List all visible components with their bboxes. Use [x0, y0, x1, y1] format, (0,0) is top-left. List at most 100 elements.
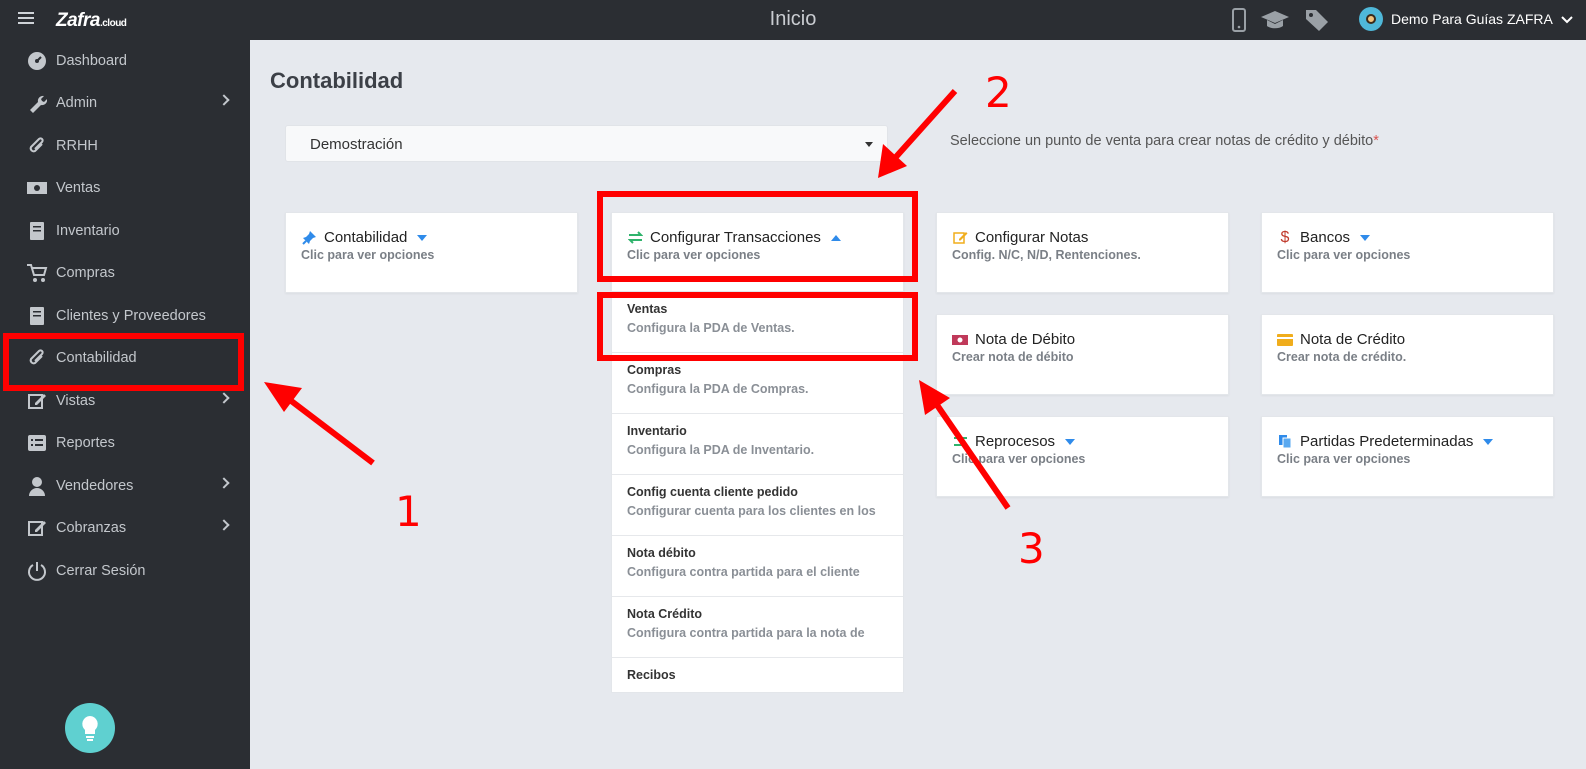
annotation-box-contabilidad: [3, 333, 244, 391]
chevron-right-icon: [218, 477, 230, 489]
sidebar-item-reportes[interactable]: Reportes: [0, 423, 250, 463]
top-bar: Zafra.cloud Inicio Demo Para Guías ZAFRA: [0, 0, 1586, 40]
card-subtitle: Clic para ver opciones: [1277, 248, 1411, 262]
copy-icon: [1277, 434, 1293, 450]
dropdown-item-title: Nota débito: [627, 546, 696, 560]
list-icon: [26, 432, 48, 454]
select-value: Demostración: [310, 136, 403, 153]
card-subtitle: Crear nota de débito: [952, 350, 1074, 364]
card-title: Bancos: [1300, 229, 1351, 246]
dropdown-item-desc: Configurar cuenta para los clientes en l…: [627, 504, 876, 518]
dropdown-item-title: Recibos: [627, 668, 676, 682]
dropdown-item-nota-credito[interactable]: Nota Crédito Configura contra partida par…: [612, 597, 903, 658]
edit-icon: [26, 517, 48, 539]
money-icon: [26, 177, 48, 199]
sidebar-item-dashboard[interactable]: Dashboard: [0, 41, 250, 81]
card-title: Contabilidad: [324, 229, 408, 246]
sidebar-item-label: Vistas: [56, 393, 96, 409]
sidebar-item-label: Reportes: [56, 435, 115, 451]
card-reprocesos[interactable]: Reprocesos Clic para ver opciones: [936, 416, 1229, 497]
dropdown-item-config-cuenta-cliente[interactable]: Config cuenta cliente pedido Configurar c…: [612, 475, 903, 536]
card-nota-credito[interactable]: Nota de Crédito Crear nota de crédito.: [1261, 314, 1554, 395]
card-subtitle: Clic para ver opciones: [952, 452, 1086, 466]
page-heading: Inicio: [769, 8, 817, 30]
sidebar-item-label: Cerrar Sesión: [56, 563, 146, 579]
card-title: Nota de Crédito: [1300, 331, 1406, 348]
sidebar-item-label: Dashboard: [56, 53, 127, 69]
annotation-box-config-transacciones: [597, 191, 918, 282]
user-menu[interactable]: Demo Para Guías ZAFRA: [1359, 7, 1573, 31]
wrench-icon: [26, 92, 48, 114]
chevron-down-icon: [1561, 11, 1573, 27]
annotation-number-1: 1: [395, 487, 422, 536]
mobile-icon[interactable]: [1232, 8, 1246, 32]
logo-suffix: .cloud: [99, 18, 127, 29]
money-icon: [952, 332, 968, 348]
sidebar-item-label: Vendedores: [56, 478, 134, 494]
card-title: Configurar Notas: [975, 229, 1089, 246]
dropdown-item-compras[interactable]: Compras Configura la PDA de Compras.: [612, 353, 903, 414]
card-configurar-notas[interactable]: Configurar Notas Config. N/C, N/D, Rente…: [936, 212, 1229, 293]
dropdown-item-recibos[interactable]: Recibos: [612, 658, 903, 692]
sidebar: Dashboard Admin RRHH Ventas Inventario C…: [0, 40, 250, 769]
user-name: Demo Para Guías ZAFRA: [1391, 11, 1553, 27]
dropdown-item-inventario[interactable]: Inventario Configura la PDA de Inventario…: [612, 414, 903, 475]
sidebar-item-label: Inventario: [56, 223, 120, 239]
sidebar-item-cerrar-sesion[interactable]: Cerrar Sesión: [0, 551, 250, 591]
chevron-right-icon: [218, 94, 230, 106]
edit-icon: [26, 390, 48, 412]
dollar-icon: $: [1280, 228, 1290, 246]
cart-icon: [26, 262, 48, 284]
chevron-right-icon: [218, 519, 230, 531]
lightbulb-button[interactable]: [65, 703, 115, 753]
card-nota-debito[interactable]: Nota de Débito Crear nota de débito: [936, 314, 1229, 395]
sidebar-item-label: Admin: [56, 95, 98, 111]
menu-toggle-icon[interactable]: [18, 12, 34, 26]
dropdown-item-title: Inventario: [627, 424, 687, 438]
dropdown-item-title: Compras: [627, 363, 682, 377]
caret-down-icon: [1483, 438, 1494, 445]
card-title: Reprocesos: [975, 433, 1056, 450]
sidebar-item-label: Clientes y Proveedores: [56, 308, 206, 324]
card-subtitle: Clic para ver opciones: [1277, 452, 1411, 466]
punto-venta-select[interactable]: Demostración: [285, 125, 888, 162]
dropdown-item-title: Nota Crédito: [627, 607, 702, 621]
tags-icon[interactable]: [1304, 8, 1334, 32]
logo-text: Zafra: [56, 10, 100, 31]
lightbulb-icon: [82, 716, 98, 741]
sidebar-item-admin[interactable]: Admin: [0, 83, 250, 123]
top-icons: [1232, 8, 1334, 32]
card-partidas-predeterminadas[interactable]: Partidas Predeterminadas Clic para ver o…: [1261, 416, 1554, 497]
logo[interactable]: Zafra.cloud: [56, 10, 127, 32]
sidebar-item-label: Ventas: [56, 180, 101, 196]
user-icon: [26, 475, 48, 497]
sidebar-item-compras[interactable]: Compras: [0, 253, 250, 293]
caret-down-icon: [1360, 234, 1371, 241]
power-icon: [26, 560, 48, 582]
card-bancos[interactable]: $ Bancos Clic para ver opciones: [1261, 212, 1554, 293]
credit-card-icon: [1277, 332, 1293, 348]
dashboard-icon: [26, 50, 48, 72]
chevron-right-icon: [218, 392, 230, 404]
annotation-number-2: 2: [985, 68, 1012, 117]
graduation-cap-icon[interactable]: [1260, 9, 1290, 31]
page-title: Contabilidad: [270, 68, 404, 93]
sidebar-item-ventas[interactable]: Ventas: [0, 168, 250, 208]
sliders-icon: [952, 434, 968, 450]
sidebar-item-vendedores[interactable]: Vendedores: [0, 466, 250, 506]
dropdown-item-desc: Configura la PDA de Compras.: [627, 382, 809, 396]
sidebar-item-clientes-proveedores[interactable]: Clientes y Proveedores: [0, 296, 250, 336]
annotation-arrow-1: [264, 382, 375, 466]
sidebar-item-rrhh[interactable]: RRHH: [0, 126, 250, 166]
sidebar-item-label: Cobranzas: [56, 520, 127, 536]
annotation-arrow-2: [878, 88, 958, 178]
card-contabilidad[interactable]: Contabilidad Clic para ver opciones: [285, 212, 578, 293]
card-title: Partidas Predeterminadas: [1300, 433, 1474, 450]
sidebar-item-label: Compras: [56, 265, 115, 281]
sidebar-item-cobranzas[interactable]: Cobranzas: [0, 508, 250, 548]
sidebar-item-inventario[interactable]: Inventario: [0, 211, 250, 251]
dropdown-item-nota-debito[interactable]: Nota débito Configura contra partida para…: [612, 536, 903, 597]
caret-down-icon: [1065, 438, 1076, 445]
annotation-box-ventas: [597, 292, 918, 361]
edit-icon: [952, 230, 968, 246]
